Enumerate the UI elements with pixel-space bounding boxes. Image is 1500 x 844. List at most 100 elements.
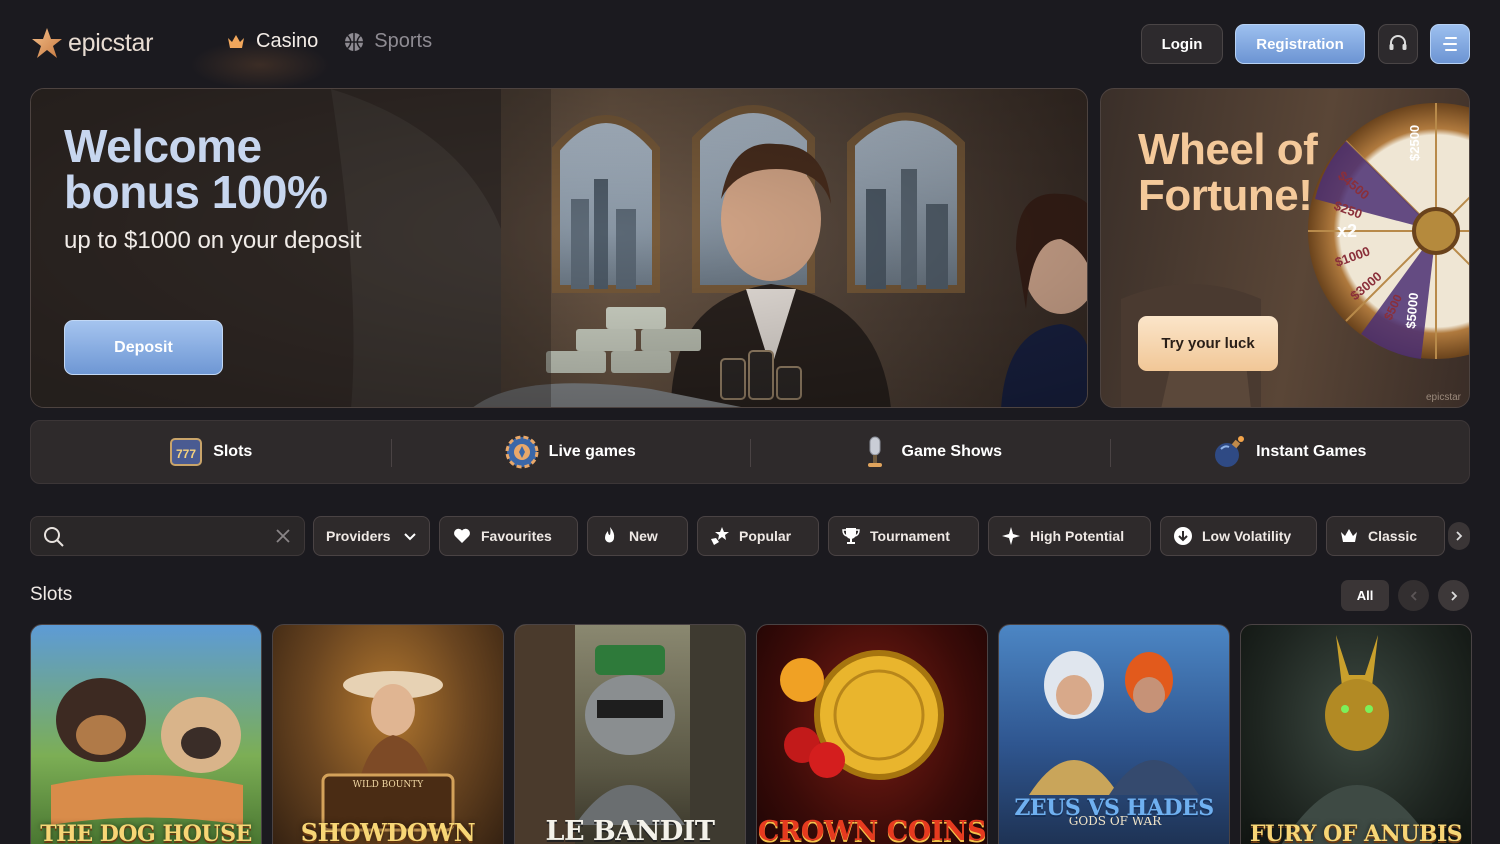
filter-tournament-label: Tournament xyxy=(870,528,950,544)
filter-favourites-label: Favourites xyxy=(481,528,552,544)
category-live-games[interactable]: Live games xyxy=(390,421,751,483)
game-title: CROWN COINS xyxy=(757,816,987,844)
sparkle-icon xyxy=(1002,527,1020,545)
filter-classic[interactable]: Classic xyxy=(1326,516,1445,556)
slots-777-icon: 777 xyxy=(170,438,203,466)
showdown-artwork: WILD BOUNTY xyxy=(321,671,455,832)
game-card[interactable]: WILD BOUNTY SHOWDOWN xyxy=(272,624,504,844)
nav-sports[interactable]: Sports xyxy=(344,30,432,53)
game-card[interactable]: FURY OF ANUBIS xyxy=(1240,624,1472,844)
search-box[interactable] xyxy=(30,516,305,556)
game-title: SHOWDOWN xyxy=(300,818,476,844)
welcome-subtitle: up to $1000 on your deposit xyxy=(64,227,362,254)
registration-button[interactable]: Registration xyxy=(1235,24,1365,64)
game-title: THE DOG HOUSE xyxy=(40,821,252,844)
basketball-icon xyxy=(345,32,364,51)
wheel-title-line2: Fortune! xyxy=(1138,171,1313,220)
crown-icon xyxy=(228,34,244,48)
hamburger-icon xyxy=(1443,37,1457,51)
filter-tournament[interactable]: Tournament xyxy=(828,516,979,556)
filter-new[interactable]: New xyxy=(587,516,688,556)
filter-providers-label: Providers xyxy=(326,528,391,544)
wheel-of-fortune-banner[interactable]: $4500 $250 x2 $1000 $3000 $5000 $2500 $5… xyxy=(1100,88,1470,408)
chevron-right-icon xyxy=(1456,531,1463,541)
crown-icon xyxy=(1341,529,1357,542)
slots-all-button[interactable]: All xyxy=(1341,580,1389,611)
nav-casino-label: Casino xyxy=(256,30,319,52)
welcome-bonus-banner[interactable]: Welcome bonus 100% up to $1000 on your d… xyxy=(30,88,1088,408)
logo-text: epicstar xyxy=(68,28,154,57)
chevron-down-icon xyxy=(403,533,416,541)
game-title: LE BANDIT xyxy=(545,816,715,844)
wheel-label-5: $5000 xyxy=(1403,292,1421,329)
menu-button[interactable] xyxy=(1430,24,1470,64)
nav-sports-label: Sports xyxy=(374,30,433,52)
slots-next-button[interactable] xyxy=(1438,580,1469,611)
filter-low-volatility[interactable]: Low Volatility xyxy=(1160,516,1317,556)
filters-scroll-right-button[interactable] xyxy=(1448,522,1470,550)
category-instant-games-label: Instant Games xyxy=(1256,443,1367,460)
trophy-icon xyxy=(842,528,860,544)
search-icon xyxy=(44,527,64,547)
clear-icon[interactable] xyxy=(276,529,290,543)
headset-icon xyxy=(1389,35,1407,50)
svg-text:777: 777 xyxy=(176,447,196,461)
fury-of-anubis-artwork xyxy=(1281,635,1433,844)
category-game-shows[interactable]: Game Shows xyxy=(750,421,1110,483)
star-hand-icon xyxy=(711,527,729,545)
wheel-label-2: x2 xyxy=(1337,221,1357,241)
support-button[interactable] xyxy=(1378,24,1418,64)
game-card[interactable]: LE BANDIT xyxy=(514,624,746,844)
slots-carousel: THE DOG HOUSE WILD BOUNTY SHOWDOWN LE BA… xyxy=(30,624,1472,844)
deposit-button[interactable]: Deposit xyxy=(64,320,223,375)
search-input[interactable] xyxy=(71,517,291,555)
chevron-right-icon xyxy=(1450,590,1457,601)
filter-low-volatility-label: Low Volatility xyxy=(1202,528,1292,544)
filter-chips: Providers Favourites New Popular Tournam… xyxy=(313,516,1445,556)
category-slots-label: Slots xyxy=(213,443,253,460)
filter-favourites[interactable]: Favourites xyxy=(439,516,578,556)
le-bandit-artwork xyxy=(515,625,745,844)
category-slots[interactable]: 777 Slots xyxy=(31,421,391,483)
nav-casino[interactable]: Casino xyxy=(226,30,318,53)
slots-section-title: Slots xyxy=(30,584,73,605)
game-title: ZEUS VS HADES xyxy=(1014,795,1214,821)
game-card[interactable]: GODS OF WAR ZEUS VS HADES xyxy=(998,624,1230,844)
main-nav: Casino Sports xyxy=(226,30,432,53)
login-button[interactable]: Login xyxy=(1141,24,1223,64)
poker-chip-icon xyxy=(505,435,539,469)
flame-icon xyxy=(605,527,615,543)
wheel-label-6: $2500 xyxy=(1407,125,1422,161)
crown-coins-artwork xyxy=(780,650,944,780)
game-category-bar: 777 Slots Live games Game Shows Instant … xyxy=(30,420,1470,484)
chevron-left-icon xyxy=(1410,590,1417,601)
game-title: FURY OF ANUBIS xyxy=(1249,821,1463,844)
wheel-title-line1: Wheel of xyxy=(1138,125,1318,174)
filter-classic-label: Classic xyxy=(1368,528,1418,544)
category-instant-games[interactable]: Instant Games xyxy=(1109,421,1470,483)
category-game-shows-label: Game Shows xyxy=(901,443,1002,460)
welcome-title: Welcome bonus 100% xyxy=(64,123,328,218)
slots-prev-button[interactable] xyxy=(1398,580,1429,611)
microphone-icon xyxy=(867,436,882,467)
banner-watermark: epicstar xyxy=(1426,392,1462,403)
filter-popular-label: Popular xyxy=(739,528,792,544)
try-your-luck-button[interactable]: Try your luck xyxy=(1138,316,1278,371)
filter-providers[interactable]: Providers xyxy=(313,516,430,556)
logo[interactable]: epicstar xyxy=(30,26,153,60)
bomb-icon xyxy=(1215,436,1245,467)
welcome-title-line2: bonus 100% xyxy=(64,166,328,218)
category-live-games-label: Live games xyxy=(548,443,636,460)
game-card[interactable]: CROWN COINS xyxy=(756,624,988,844)
filter-high-potential[interactable]: High Potential xyxy=(988,516,1151,556)
wheel-title: Wheel of Fortune! xyxy=(1138,125,1318,220)
dog-house-artwork xyxy=(51,678,243,825)
star-logo-icon xyxy=(32,28,62,58)
arrow-down-circle-icon xyxy=(1174,527,1192,545)
game-subtitle: WILD BOUNTY xyxy=(353,780,424,790)
site-header: epicstar Casino Sports Login Registratio… xyxy=(0,0,1500,90)
game-card[interactable]: THE DOG HOUSE xyxy=(30,624,262,844)
filter-popular[interactable]: Popular xyxy=(697,516,819,556)
filter-new-label: New xyxy=(629,528,658,544)
heart-icon xyxy=(454,528,470,543)
